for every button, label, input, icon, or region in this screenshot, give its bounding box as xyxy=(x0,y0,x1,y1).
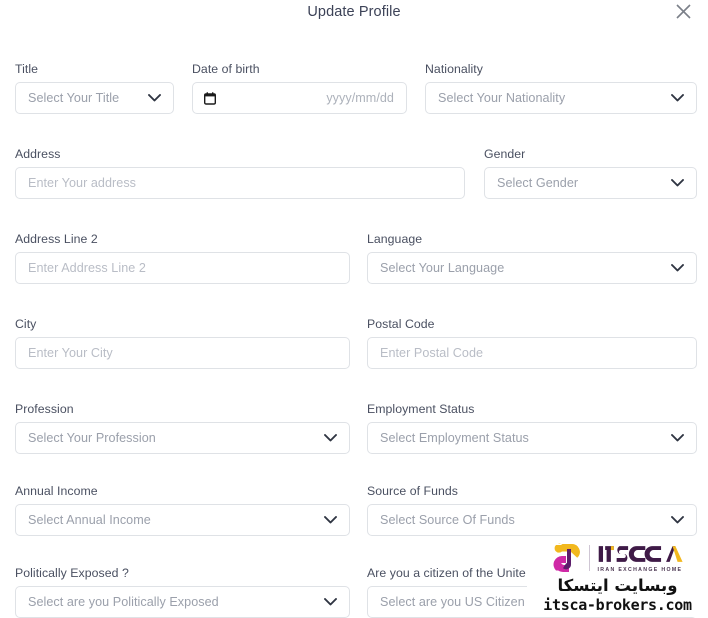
field-nationality: Nationality Select Your Nationality xyxy=(425,62,697,114)
field-source-of-funds: Source of Funds Select Source Of Funds xyxy=(367,484,697,536)
page-title: Update Profile xyxy=(307,4,401,20)
postal-code-input[interactable]: Enter Postal Code xyxy=(367,337,697,369)
date-of-birth-input[interactable]: yyyy/mm/dd xyxy=(192,82,407,114)
field-label-address: Address xyxy=(15,147,61,161)
field-label-city: City xyxy=(15,317,37,331)
date-of-birth-placeholder: yyyy/mm/dd xyxy=(326,91,394,105)
field-postal-code: Postal Code Enter Postal Code xyxy=(367,317,697,369)
watermark-url: itsca-brokers.com xyxy=(543,596,692,614)
field-label-language: Language xyxy=(367,232,423,246)
language-select-value: Select Your Language xyxy=(380,261,505,275)
field-address: Address Enter Your address xyxy=(15,147,465,199)
watermark-wordmark: IRAN EXCHANGE HOME xyxy=(598,543,684,573)
field-label-postal-code: Postal Code xyxy=(367,317,435,331)
field-annual-income: Annual Income Select Annual Income xyxy=(15,484,350,536)
chevron-down-icon xyxy=(671,516,684,524)
nationality-select[interactable]: Select Your Nationality xyxy=(425,82,697,114)
field-label-source-of-funds: Source of Funds xyxy=(367,484,458,498)
city-input-placeholder: Enter Your City xyxy=(28,346,113,360)
field-profession: Profession Select Your Profession xyxy=(15,402,350,454)
field-label-title: Title xyxy=(15,62,39,76)
field-address-line-2: Address Line 2 Enter Address Line 2 xyxy=(15,232,350,284)
chevron-down-icon xyxy=(324,516,337,524)
chevron-down-icon xyxy=(671,264,684,272)
field-label-gender: Gender xyxy=(484,147,526,161)
employment-status-select-value: Select Employment Status xyxy=(380,431,529,445)
source-of-funds-select-value: Select Source Of Funds xyxy=(380,513,515,527)
profile-form: Title Select Your Title Date of birth yy… xyxy=(0,30,708,618)
address-input[interactable]: Enter Your address xyxy=(15,167,465,199)
chevron-down-icon xyxy=(671,94,684,102)
close-icon xyxy=(675,3,691,19)
field-label-politically-exposed: Politically Exposed ? xyxy=(15,566,129,580)
annual-income-select[interactable]: Select Annual Income xyxy=(15,504,350,536)
employment-status-select[interactable]: Select Employment Status xyxy=(367,422,697,454)
gender-select[interactable]: Select Gender xyxy=(484,167,697,199)
update-profile-modal: Update Profile Title Select Your Title D… xyxy=(0,0,708,618)
field-gender: Gender Select Gender xyxy=(484,147,697,199)
watermark-tagline: IRAN EXCHANGE HOME xyxy=(597,566,683,573)
postal-code-placeholder: Enter Postal Code xyxy=(380,346,484,360)
field-politically-exposed: Politically Exposed ? Select are you Pol… xyxy=(15,566,350,618)
language-select[interactable]: Select Your Language xyxy=(367,252,697,284)
field-label-employment-status: Employment Status xyxy=(367,402,475,416)
modal-header: Update Profile xyxy=(0,0,708,30)
field-title: Title Select Your Title xyxy=(15,62,174,114)
watermark-brand-row: IRAN EXCHANGE HOME xyxy=(527,537,708,575)
profession-select[interactable]: Select Your Profession xyxy=(15,422,350,454)
address-line-2-input[interactable]: Enter Address Line 2 xyxy=(15,252,350,284)
address-line-2-placeholder: Enter Address Line 2 xyxy=(28,261,146,275)
field-city: City Enter Your City xyxy=(15,317,350,369)
field-employment-status: Employment Status Select Employment Stat… xyxy=(367,402,697,454)
field-label-address-line-2: Address Line 2 xyxy=(15,232,98,246)
chevron-down-icon xyxy=(324,434,337,442)
field-label-profession: Profession xyxy=(15,402,74,416)
source-of-funds-select[interactable]: Select Source Of Funds xyxy=(367,504,697,536)
watermark-persian-text: وبسایت ایتسکا xyxy=(557,576,678,595)
city-input[interactable]: Enter Your City xyxy=(15,337,350,369)
chevron-down-icon xyxy=(671,179,684,187)
itsca-wordmark-icon xyxy=(598,545,683,562)
gender-select-value: Select Gender xyxy=(497,176,579,190)
watermark-overlay: IRAN EXCHANGE HOME وبسایت ایتسکا itsca-b… xyxy=(527,537,708,617)
calendar-icon xyxy=(204,91,216,105)
title-select[interactable]: Select Your Title xyxy=(15,82,174,114)
field-date-of-birth: Date of birth yyyy/mm/dd xyxy=(192,62,407,114)
chevron-down-icon xyxy=(671,434,684,442)
field-label-nationality: Nationality xyxy=(425,62,483,76)
itsca-logo-icon xyxy=(553,543,580,572)
field-label-annual-income: Annual Income xyxy=(15,484,98,498)
chevron-down-icon xyxy=(324,598,337,606)
watermark-divider xyxy=(588,544,590,571)
profession-select-value: Select Your Profession xyxy=(28,431,156,445)
address-input-placeholder: Enter Your address xyxy=(28,176,137,190)
close-button[interactable] xyxy=(670,0,696,24)
field-language: Language Select Your Language xyxy=(367,232,697,284)
annual-income-select-value: Select Annual Income xyxy=(28,513,151,527)
title-select-value: Select Your Title xyxy=(28,91,120,105)
politically-exposed-select[interactable]: Select are you Politically Exposed xyxy=(15,586,350,618)
nationality-select-value: Select Your Nationality xyxy=(438,91,566,105)
politically-exposed-select-value: Select are you Politically Exposed xyxy=(28,595,219,609)
chevron-down-icon xyxy=(148,94,161,102)
field-label-date-of-birth: Date of birth xyxy=(192,62,260,76)
